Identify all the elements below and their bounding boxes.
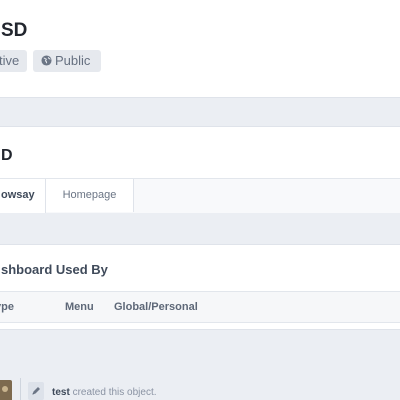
timeline-entry: test created this object.: [0, 378, 400, 400]
avatar[interactable]: [0, 380, 12, 400]
dashboard-header: SD tive Public: [0, 0, 400, 98]
pencil-icon: [32, 387, 40, 395]
tab-homepage[interactable]: Homepage: [46, 179, 134, 212]
page-title: SD: [1, 20, 28, 41]
used-by-panel: shboard Used By ype Menu Global/Personal: [0, 244, 400, 330]
timeline-line: [20, 378, 21, 400]
timeline-badge: [28, 382, 44, 400]
globe-icon: [41, 55, 52, 66]
timeline-action: created this object.: [69, 387, 157, 398]
timeline-text: test created this object.: [52, 386, 157, 400]
panel-title: D: [1, 147, 13, 164]
dashboard-panel: D owsay Homepage: [0, 126, 400, 213]
timeline-author[interactable]: test: [52, 387, 70, 398]
column-header-type[interactable]: ype: [0, 292, 14, 322]
status-tag: tive: [0, 50, 27, 72]
tab-owsay[interactable]: owsay: [0, 179, 46, 213]
used-by-title: shboard Used By: [1, 262, 108, 277]
column-header-global-personal[interactable]: Global/Personal: [114, 292, 198, 322]
table-header: ype Menu Global/Personal: [0, 291, 400, 323]
visibility-label: Public: [55, 53, 91, 68]
page: SD tive Public D owsay Homepage shboard …: [0, 0, 400, 400]
visibility-tag: Public: [33, 50, 101, 72]
column-header-menu[interactable]: Menu: [65, 292, 94, 322]
tab-bar: owsay Homepage: [0, 178, 400, 213]
